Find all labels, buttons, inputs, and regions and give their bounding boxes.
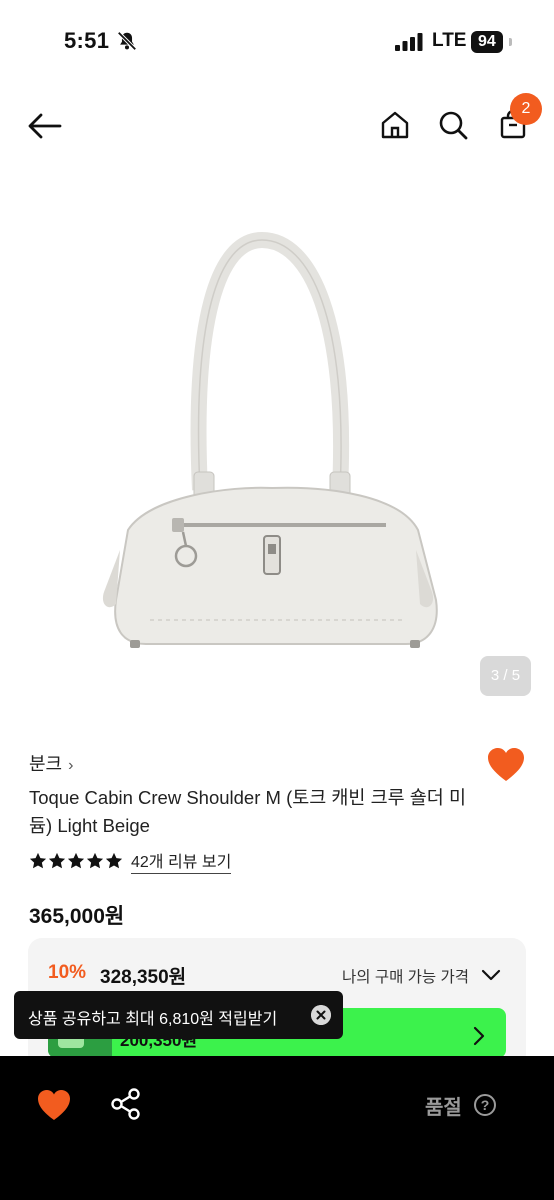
star-icon [67, 852, 85, 869]
discount-rate: 10% [48, 962, 87, 983]
home-button[interactable] [374, 104, 416, 146]
search-button[interactable] [432, 104, 474, 146]
network-label: LTE [432, 30, 467, 51]
star-icon [48, 852, 66, 869]
search-icon [439, 111, 468, 140]
status-time: 5:51 [64, 28, 110, 53]
original-price: 365,000원 [29, 905, 125, 928]
brand-chevron: › [68, 757, 74, 774]
share-reward-toast: 상품 공유하고 최대 6,810원 적립받기 [14, 991, 343, 1039]
wishlist-heart-icon[interactable] [486, 746, 526, 784]
star-icon [105, 852, 123, 869]
review-link[interactable]: 42개 리뷰 보기 [131, 848, 232, 874]
signal-icon [395, 33, 423, 51]
close-icon[interactable] [311, 1005, 331, 1025]
bell-mute-icon [117, 31, 137, 51]
product-title: Toque Cabin Crew Shoulder M (토크 캐빈 크루 숄더… [29, 787, 466, 836]
chevron-right-icon [473, 1026, 485, 1046]
home-icon [381, 111, 409, 139]
heart-icon[interactable] [36, 1088, 72, 1122]
product-image[interactable] [0, 200, 554, 710]
image-counter: 3 / 5 [480, 656, 531, 696]
star-icon [29, 852, 47, 869]
star-icon [86, 852, 104, 869]
help-icon[interactable]: ? [474, 1094, 496, 1116]
battery-cap [509, 38, 512, 46]
status-bar: 5:51 LTE 94 [0, 0, 554, 84]
top-nav [0, 90, 554, 160]
back-button[interactable] [22, 106, 68, 146]
cart-count-badge: 2 [510, 93, 542, 125]
brand-link[interactable]: 분크 › [29, 750, 73, 776]
brand-name: 분크 [29, 754, 63, 774]
toast-text: 상품 공유하고 최대 6,810원 적립받기 [28, 1011, 278, 1028]
chevron-down-icon[interactable] [480, 966, 502, 984]
discount-price: 328,350원 [100, 967, 187, 988]
my-price-toggle[interactable]: 나의 구매 가능 가격 [342, 965, 469, 987]
bag-illustration [102, 231, 438, 648]
share-icon[interactable] [110, 1088, 142, 1120]
battery-indicator: 94 [471, 31, 503, 53]
rating-row: 42개 리뷰 보기 [29, 848, 232, 874]
arrow-left-icon [28, 113, 62, 139]
star-rating [29, 852, 123, 870]
soldout-label: 품절 [425, 1097, 462, 1119]
bottom-action-bar: 품절 ? [0, 1056, 554, 1200]
